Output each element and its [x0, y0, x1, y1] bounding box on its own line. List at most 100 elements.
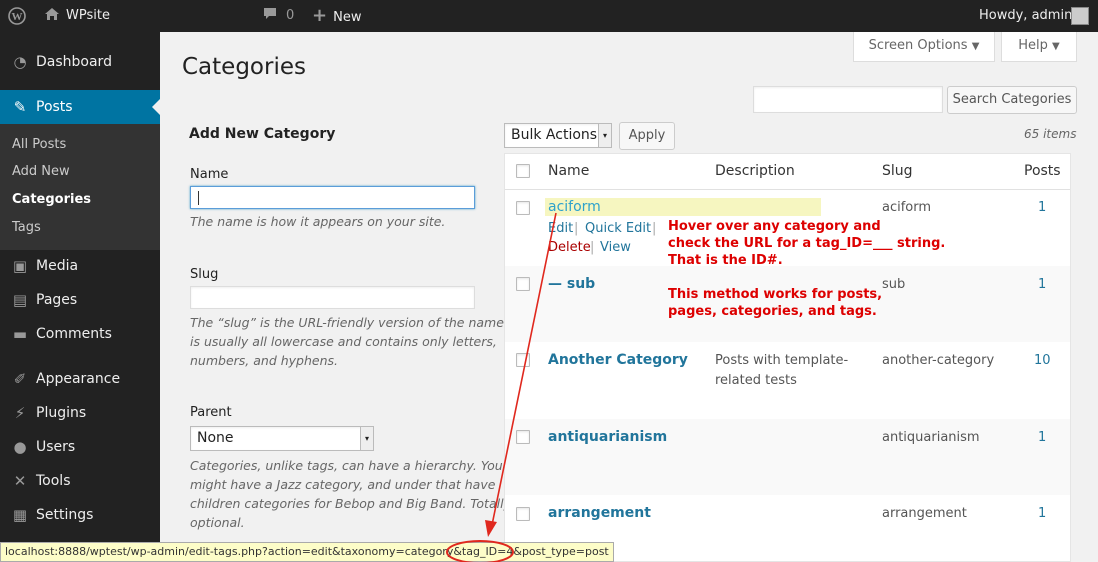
site-name: WPsite [66, 8, 110, 23]
row-checkbox[interactable] [516, 201, 530, 215]
menu-label: Posts [36, 99, 73, 115]
new-label: New [333, 10, 362, 25]
category-name-link[interactable]: Another Category [548, 352, 688, 368]
parent-label: Parent [190, 405, 232, 420]
bulk-actions-value: Bulk Actions [511, 127, 598, 143]
annotation-line-3: That is the ID#. [668, 253, 783, 268]
search-input[interactable] [753, 86, 943, 113]
menu-posts[interactable]: ✎ Posts [0, 90, 160, 124]
row-checkbox[interactable] [516, 277, 530, 291]
menu-dashboard[interactable]: ◔ Dashboard [0, 45, 160, 79]
user-icon: ● [13, 438, 27, 456]
help-button[interactable]: Help ▼ [1001, 32, 1077, 62]
separator: | [574, 221, 579, 236]
media-icon: ▣ [12, 257, 28, 275]
separator: | [652, 221, 657, 236]
menu-label: Settings [36, 507, 94, 523]
text-cursor [198, 191, 199, 205]
wordpress-logo-icon[interactable]: W [8, 0, 26, 32]
item-count: 65 items [1024, 127, 1077, 141]
caret-down-icon: ▼ [971, 41, 980, 52]
menu-appearance[interactable]: ✐ Appearance [0, 362, 160, 396]
slug-description-2: is usually all lowercase and contains on… [190, 334, 497, 349]
menu-label: Dashboard [36, 54, 112, 70]
slug-description-1: The “slug” is the URL-friendly version o… [190, 315, 521, 330]
post-count-link[interactable]: 1 [1038, 430, 1046, 445]
post-count-link[interactable]: 1 [1038, 200, 1046, 215]
comments-count: 0 [286, 8, 295, 23]
parent-select[interactable]: None ▾ [190, 426, 374, 451]
menu-users[interactable]: ● Users [0, 430, 160, 464]
help-label: Help [1018, 38, 1048, 53]
add-new-heading: Add New Category [189, 126, 336, 142]
pin-icon: ✎ [13, 98, 27, 116]
separator: | [590, 240, 595, 255]
comments-link[interactable]: 0 [262, 0, 294, 32]
dashboard-icon: ◔ [13, 53, 27, 71]
menu-comments[interactable]: ▬ Comments [0, 317, 160, 351]
delete-link[interactable]: Delete [548, 240, 591, 255]
site-name-link[interactable]: WPsite [44, 0, 110, 32]
select-arrow-icon: ▾ [598, 124, 611, 147]
plus-icon: + [312, 5, 328, 26]
submenu-all-posts[interactable]: All Posts [12, 136, 66, 154]
screen-options-button[interactable]: Screen Options ▼ [853, 32, 995, 62]
menu-label: Media [36, 258, 79, 274]
post-count-link[interactable]: 1 [1038, 277, 1046, 292]
new-content-link[interactable]: + New [312, 0, 361, 32]
parent-description-2: might have a Jazz category, and under th… [190, 477, 496, 492]
menu-tools[interactable]: ✕ Tools [0, 464, 160, 498]
svg-text:W: W [12, 11, 23, 23]
row-checkbox[interactable] [516, 430, 530, 444]
menu-settings[interactable]: ▦ Settings [0, 498, 160, 532]
menu-media[interactable]: ▣ Media [0, 249, 160, 283]
avatar[interactable] [1071, 7, 1089, 25]
row-checkbox[interactable] [516, 353, 530, 367]
post-count-link[interactable]: 10 [1034, 353, 1051, 368]
bulk-actions-select[interactable]: Bulk Actions ▾ [504, 123, 612, 148]
category-name-link[interactable]: arrangement [548, 505, 651, 521]
column-name[interactable]: Name [548, 163, 589, 179]
menu-pages[interactable]: ▤ Pages [0, 283, 160, 317]
view-link[interactable]: View [600, 240, 631, 255]
header-divider [505, 189, 1070, 190]
category-name-link[interactable]: aciform [548, 199, 601, 215]
row-checkbox[interactable] [516, 507, 530, 521]
menu-plugins[interactable]: ⚡ Plugins [0, 396, 160, 430]
edit-link[interactable]: Edit [548, 221, 573, 236]
quick-edit-link[interactable]: Quick Edit [585, 221, 651, 236]
brush-icon: ✐ [13, 370, 27, 388]
category-name-link[interactable]: — sub [548, 276, 595, 292]
post-count-link[interactable]: 1 [1038, 506, 1046, 521]
name-label: Name [190, 167, 229, 182]
arrow-head-icon [485, 520, 497, 537]
category-description-2: related tests [715, 373, 797, 388]
wrench-icon: ✕ [13, 472, 27, 490]
annotation-line-5: pages, categories, and tags. [668, 304, 877, 319]
parent-description-4: optional. [190, 515, 245, 530]
my-account-link[interactable]: Howdy, admin [979, 0, 1072, 32]
column-posts[interactable]: Posts [1024, 163, 1061, 179]
menu-label: Appearance [36, 371, 121, 387]
category-name-link[interactable]: antiquarianism [548, 429, 667, 445]
category-slug: sub [882, 277, 906, 292]
apply-button[interactable]: Apply [619, 122, 675, 150]
search-categories-button[interactable]: Search Categories [947, 86, 1077, 114]
annotation-line-1: Hover over any category and [668, 219, 881, 234]
parent-description-1: Categories, unlike tags, can have a hier… [190, 458, 503, 473]
column-description[interactable]: Description [715, 163, 795, 179]
category-description-1: Posts with template- [715, 353, 849, 368]
caret-down-icon: ▼ [1052, 41, 1060, 52]
slug-field[interactable] [190, 286, 475, 309]
howdy-text: Howdy, admin [979, 8, 1073, 23]
submenu-add-new[interactable]: Add New [12, 163, 70, 181]
column-slug[interactable]: Slug [882, 163, 913, 179]
menu-label: Pages [36, 292, 78, 308]
submenu-categories[interactable]: Categories [12, 191, 91, 209]
select-all-checkbox[interactable] [516, 164, 530, 178]
plug-icon: ⚡ [14, 404, 26, 422]
category-slug: arrangement [882, 506, 967, 521]
submenu-tags[interactable]: Tags [12, 219, 41, 237]
parent-select-value: None [197, 430, 234, 446]
name-field[interactable] [190, 186, 475, 209]
